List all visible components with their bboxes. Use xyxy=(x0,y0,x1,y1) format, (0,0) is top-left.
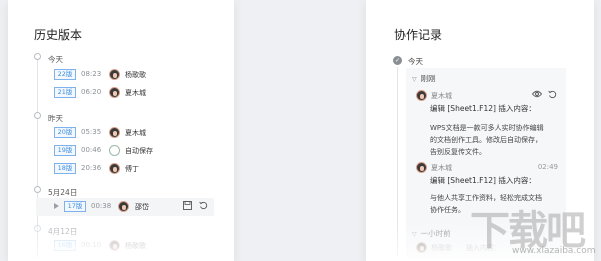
timeline-dot xyxy=(34,53,41,60)
version-author: 杨歌歌 xyxy=(125,242,146,250)
avatar xyxy=(118,201,129,212)
version-badge: 20版 xyxy=(54,127,76,138)
version-row[interactable]: 18版 20:36 傅丁 xyxy=(48,160,193,178)
timeline-dot xyxy=(34,186,41,193)
entry-body-line: 协作任务。 xyxy=(430,206,465,214)
entry-time: 02:49 xyxy=(537,163,558,171)
version-badge: 22版 xyxy=(54,69,76,80)
avatar xyxy=(416,162,427,173)
subgroup-header[interactable]: ▽ 一小时前 xyxy=(412,228,451,239)
entry-user: 夏木城 xyxy=(431,92,452,100)
subgroup-header[interactable]: ▽ 刚刚 xyxy=(412,73,436,84)
collapse-caret-icon: ▽ xyxy=(412,231,417,238)
version-row[interactable]: 19版 00:46 自动保存 xyxy=(48,142,193,160)
version-badge: 19版 xyxy=(54,145,76,156)
restore-icon[interactable] xyxy=(548,90,557,102)
version-time: 00:46 xyxy=(81,146,102,154)
timeline-line xyxy=(397,67,398,257)
collapse-caret-icon: ▽ xyxy=(412,76,417,83)
version-author: 夏木城 xyxy=(125,89,146,97)
entry-body-line: WPS文档是一款可多人实时协作编辑 xyxy=(430,124,544,132)
timeline-dot xyxy=(34,112,41,119)
version-time: 05:35 xyxy=(81,128,102,136)
avatar xyxy=(109,163,120,174)
version-author: 自动保存 xyxy=(125,147,153,155)
restore-icon[interactable] xyxy=(198,201,208,211)
version-badge: 17版 xyxy=(64,201,86,212)
avatar xyxy=(416,90,427,101)
version-row[interactable]: 22版 08:23 杨歌歌 xyxy=(48,66,193,84)
entry-user: 杨歌歌 xyxy=(431,244,452,252)
group-label-today: 今天 xyxy=(48,55,63,64)
version-time: 00:10 xyxy=(81,241,102,249)
version-row[interactable]: 20版 05:35 夏木城 xyxy=(48,124,193,142)
subgroup-label: 一小时前 xyxy=(420,229,451,238)
avatar xyxy=(109,69,120,80)
avatar xyxy=(109,240,120,251)
version-time: 06:20 xyxy=(81,88,102,96)
version-badge: 18版 xyxy=(54,163,76,174)
collab-entry: 夏木城 编辑 [Sheet1.F12] 插入内容： WPS文档是一款可多人实时协… xyxy=(416,90,562,160)
entry-action: 编辑 [Sheet1.F12] 插入内容： xyxy=(430,176,536,185)
version-row-selected[interactable]: 17版 00:38 邵岱 xyxy=(36,198,214,216)
entry-action: 编辑 [Sheet1.F12] 插入内容： xyxy=(430,104,536,113)
history-title: 历史版本 xyxy=(34,28,83,42)
subgroup-label: 刚刚 xyxy=(420,74,436,83)
version-author: 夏木城 xyxy=(125,129,146,137)
entry-body-line: 的文档创作工具。修改后自动保存， xyxy=(430,136,542,144)
history-panel: 历史版本 今天 22版 08:23 杨歌歌 21版 06:20 夏木城 昨天 2… xyxy=(8,0,234,261)
check-icon: ✓ xyxy=(393,56,402,65)
avatar xyxy=(109,127,120,138)
version-author: 傅丁 xyxy=(125,165,139,173)
timeline-dot xyxy=(34,225,41,232)
version-row[interactable]: 16版 00:10 杨歌歌 xyxy=(48,237,193,255)
view-icon[interactable] xyxy=(531,90,543,101)
version-time: 20:36 xyxy=(81,164,102,172)
group-label-date: 4月12日 xyxy=(48,227,78,236)
watermark-url: www.xiazaiba.com xyxy=(512,246,596,256)
version-badge: 21版 xyxy=(54,87,76,98)
entry-user: 夏木城 xyxy=(431,164,452,172)
version-row[interactable]: 21版 06:20 夏木城 xyxy=(48,84,193,102)
version-time: 08:23 xyxy=(81,70,102,78)
version-author: 杨歌歌 xyxy=(125,71,146,79)
entry-body-line: 告别反复传文件。 xyxy=(430,148,486,156)
expand-arrow-icon[interactable] xyxy=(54,203,59,209)
avatar xyxy=(416,242,427,253)
auto-save-icon xyxy=(109,145,120,156)
group-label-date: 5月24日 xyxy=(48,188,78,197)
version-time: 00:38 xyxy=(91,202,112,210)
collab-title: 协作记录 xyxy=(394,28,443,42)
avatar xyxy=(109,87,120,98)
collab-group-label: 今天 xyxy=(408,57,423,66)
version-badge: 16版 xyxy=(54,240,76,251)
version-author: 邵岱 xyxy=(135,203,149,211)
group-label-yesterday: 昨天 xyxy=(48,114,63,123)
save-as-icon[interactable] xyxy=(182,201,192,211)
